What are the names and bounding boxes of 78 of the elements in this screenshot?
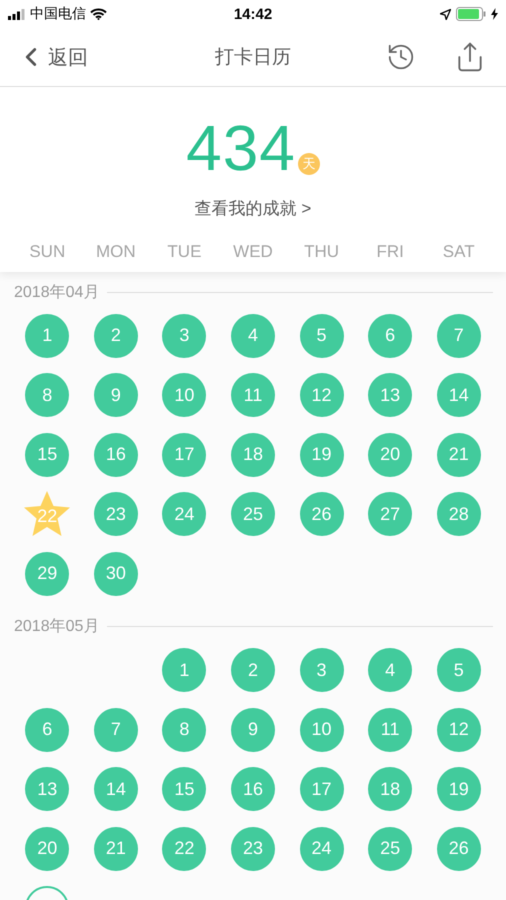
checked-day[interactable]: 19	[436, 767, 481, 812]
checked-day[interactable]: 15	[162, 767, 206, 812]
checked-day[interactable]: 25	[230, 492, 275, 536]
checked-day[interactable]: 23	[230, 826, 275, 871]
checked-day[interactable]: 28	[436, 492, 481, 536]
checked-day[interactable]: 30	[94, 552, 138, 596]
checked-day[interactable]: 13	[25, 767, 70, 812]
weekday-label: MON	[95, 242, 137, 262]
checked-day[interactable]: 20	[368, 432, 412, 477]
checked-day[interactable]: 21	[94, 826, 138, 871]
checked-day[interactable]: 5	[436, 648, 481, 692]
checked-day[interactable]: 3	[162, 314, 206, 358]
checked-day[interactable]: 7	[94, 708, 138, 752]
checked-day[interactable]: 23	[94, 492, 138, 536]
checked-day[interactable]: 9	[94, 373, 138, 418]
checked-day[interactable]: 22	[162, 826, 206, 871]
month-title: 2018年04月	[14, 282, 100, 302]
checked-day[interactable]: 7	[436, 314, 481, 358]
checked-day[interactable]: 14	[436, 373, 481, 418]
battery-icon	[456, 7, 486, 21]
checked-day[interactable]: 18	[368, 767, 412, 812]
checked-day[interactable]: 8	[25, 373, 70, 418]
charging-icon	[491, 8, 498, 20]
checked-day[interactable]: 1	[25, 314, 70, 358]
checked-day[interactable]: 10	[162, 373, 206, 418]
checked-day[interactable]: 16	[94, 432, 138, 477]
checked-day[interactable]: 11	[368, 708, 412, 752]
checked-day[interactable]: 4	[230, 314, 275, 358]
checked-day[interactable]: 24	[300, 826, 344, 871]
checked-day[interactable]: 16	[230, 767, 275, 812]
checked-day[interactable]: 26	[436, 826, 481, 871]
back-button[interactable]: 返回	[0, 42, 88, 72]
location-icon	[440, 8, 451, 20]
checked-day[interactable]: 4	[368, 648, 412, 692]
month-title: 2018年05月	[14, 617, 100, 637]
carrier-name: 中国电信	[30, 5, 86, 23]
weekday-label: FRI	[375, 242, 405, 262]
checked-day[interactable]: 1	[162, 648, 206, 692]
checked-day[interactable]: 11	[230, 373, 275, 418]
page-title: 打卡日历	[215, 46, 291, 70]
checked-day[interactable]: 26	[300, 492, 344, 536]
checked-day[interactable]: 20	[25, 826, 70, 871]
checked-day[interactable]: 29	[25, 552, 70, 596]
clock-time: 14:42	[234, 6, 272, 22]
checked-day[interactable]: 10	[300, 708, 344, 752]
checked-day[interactable]: 6	[368, 314, 412, 358]
checked-day[interactable]: 24	[162, 492, 206, 536]
weekday-label: THU	[303, 242, 340, 262]
checked-day[interactable]: 8	[162, 708, 206, 752]
signal-icon	[8, 8, 26, 20]
checked-day[interactable]: 19	[300, 432, 344, 477]
checked-day[interactable]: 17	[300, 767, 344, 812]
star-day[interactable]: 22	[22, 490, 72, 538]
checked-day[interactable]: 21	[436, 432, 481, 477]
wifi-icon	[90, 8, 107, 20]
checked-day[interactable]: 14	[94, 767, 138, 812]
weekday-label: SUN	[28, 242, 66, 262]
checked-day[interactable]: 12	[300, 373, 344, 418]
checked-day[interactable]: 17	[162, 432, 206, 477]
checked-day[interactable]: 5	[300, 314, 344, 358]
checked-day[interactable]: 2	[230, 648, 275, 692]
weekday-label: WED	[232, 242, 274, 262]
checked-day[interactable]: 27	[368, 492, 412, 536]
weekday-label: SAT	[442, 242, 476, 262]
day-count: 434	[186, 113, 296, 183]
checked-day[interactable]: 13	[368, 373, 412, 418]
unit-badge: 天	[298, 153, 320, 175]
weekday-label: TUE	[166, 242, 202, 262]
checked-day[interactable]: 9	[230, 708, 275, 752]
checked-day[interactable]: 6	[25, 708, 70, 752]
checked-day[interactable]: 15	[25, 432, 70, 477]
checked-day[interactable]: 18	[230, 432, 275, 477]
history-icon[interactable]	[386, 42, 416, 72]
checked-day[interactable]: 3	[300, 648, 344, 692]
checked-day[interactable]: 12	[436, 708, 481, 752]
checked-day[interactable]: 2	[94, 314, 138, 358]
achievements-link[interactable]: 查看我的成就 >	[194, 197, 312, 220]
checked-day[interactable]: 25	[368, 826, 412, 871]
